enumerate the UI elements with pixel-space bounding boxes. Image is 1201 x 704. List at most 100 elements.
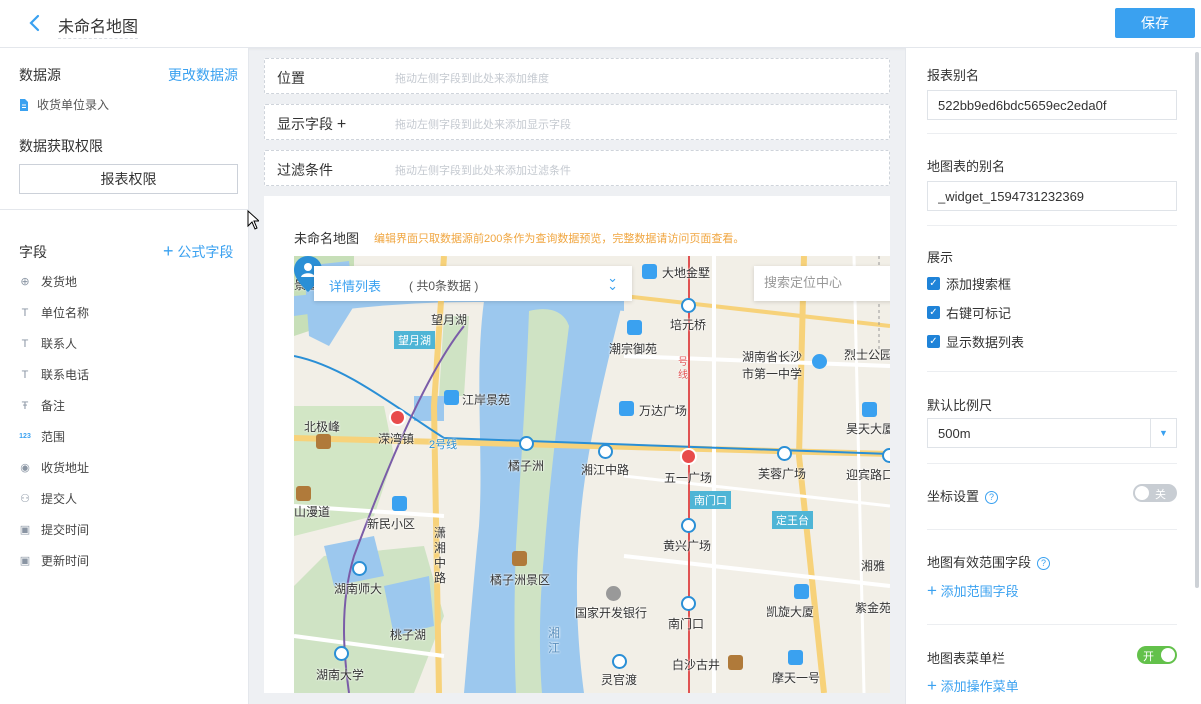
school-icon	[812, 354, 827, 369]
field-label: 收货地址	[41, 461, 90, 475]
dropzone-label: 位置	[277, 70, 305, 86]
datasource-item[interactable]: 收货单位录入	[19, 96, 109, 113]
dropzone-hint: 拖动左侧字段到此处来添加维度	[395, 73, 549, 85]
building-icon	[794, 584, 809, 599]
datasource-title: 数据源	[19, 67, 61, 83]
checkbox-checked-icon[interactable]: ✓	[927, 277, 940, 290]
map-view[interactable]: 景园 大地金墅 培元桥 潮宗御苑 望月湖 望月湖 湖南省长沙 市第一中学 烈士公…	[294, 256, 890, 693]
metro-station-icon	[334, 646, 349, 661]
map-label: 江岸景苑	[462, 393, 511, 407]
double-chevron-down-icon[interactable]: ⌄ ⌄	[607, 271, 618, 292]
field-item[interactable]: ⚇ 提交人	[19, 483, 89, 514]
map-label: 迎宾路口	[846, 468, 890, 482]
map-title-input[interactable]: 未命名地图	[58, 13, 139, 39]
field-item[interactable]: ▣ 更新时间	[19, 545, 89, 576]
address-pin-icon: ◉	[20, 462, 30, 474]
dropzone-location[interactable]: 位置 拖动左侧字段到此处来添加维度	[264, 58, 890, 94]
dropzone-hint: 拖动左侧字段到此处来添加显示字段	[395, 119, 571, 131]
map-label: 芙蓉广场	[758, 467, 807, 481]
dropzone-label: 过滤条件	[277, 162, 333, 178]
checkbox-add-search[interactable]: ✓ 添加搜索框	[927, 274, 1011, 293]
formula-field-label: 公式字段	[177, 244, 234, 260]
field-item[interactable]: Ŧ 备注	[19, 390, 89, 421]
map-label: 国家开发银行	[575, 606, 648, 620]
field-label: 联系人	[41, 337, 78, 351]
save-button[interactable]: 保存	[1115, 8, 1195, 38]
field-item[interactable]: T 联系人	[19, 328, 89, 359]
checkbox-show-data-list[interactable]: ✓ 显示数据列表	[927, 332, 1024, 351]
right-panel-scrollbar[interactable]	[1195, 52, 1199, 588]
map-label: 大地金墅	[662, 266, 711, 280]
dropzone-display-fields[interactable]: 显示字段 + 拖动左侧字段到此处来添加显示字段	[264, 104, 890, 140]
building-icon	[642, 264, 657, 279]
landmark-icon	[296, 486, 311, 501]
map-label: 烈士公园	[844, 348, 890, 362]
field-item[interactable]: T 单位名称	[19, 297, 89, 328]
plus-icon[interactable]: +	[337, 116, 346, 133]
dropzone-filter[interactable]: 过滤条件 拖动左侧字段到此处来添加过滤条件	[264, 150, 890, 186]
chart-alias-input[interactable]	[927, 181, 1177, 211]
add-range-field-button[interactable]: + 添加范围字段	[927, 581, 1019, 601]
add-formula-field-button[interactable]: + 公式字段	[163, 242, 233, 262]
plus-icon: +	[163, 241, 174, 261]
metro-station-icon	[519, 436, 534, 451]
map-label: 橘子洲景区	[490, 573, 551, 587]
divider	[927, 529, 1177, 530]
map-label: 潮宗御苑	[609, 342, 658, 356]
metro-station-icon	[598, 444, 613, 459]
toggle-knob	[1161, 648, 1175, 662]
checkbox-checked-icon[interactable]: ✓	[927, 306, 940, 319]
transfer-station-icon	[389, 409, 406, 426]
map-label: 凯旋大厦	[766, 605, 815, 619]
menu-bar-toggle[interactable]: 开	[1137, 646, 1177, 664]
map-label: 黄兴广场	[663, 539, 712, 553]
toggle-text: 开	[1143, 651, 1154, 663]
chart-alias-label: 地图表的别名	[927, 159, 1006, 174]
detail-count: ( 共0条数据 )	[409, 279, 479, 293]
map-label: 2号线	[429, 439, 458, 451]
map-label: 湘江中路	[581, 463, 630, 477]
add-menu-button[interactable]: + 添加操作菜单	[927, 676, 1019, 696]
checkbox-checked-icon[interactable]: ✓	[927, 335, 940, 348]
report-permission-button[interactable]: 报表权限	[19, 164, 238, 194]
help-icon[interactable]: ?	[985, 491, 999, 504]
dropdown-arrow-icon[interactable]: ▼	[1150, 419, 1176, 447]
divider	[927, 225, 1177, 226]
field-item[interactable]: 123 范围	[19, 421, 89, 452]
field-item[interactable]: ◉ 收货地址	[19, 452, 89, 483]
bank-icon	[606, 586, 621, 601]
landmark-icon	[512, 551, 527, 566]
checkbox-label: 右键可标记	[946, 306, 1012, 321]
number-field-icon: 123	[19, 433, 31, 440]
checkbox-right-click-mark[interactable]: ✓ 右键可标记	[927, 303, 1011, 322]
divider	[927, 463, 1177, 464]
text-field-icon: T	[21, 306, 29, 319]
field-item[interactable]: T 联系电话	[19, 359, 89, 390]
map-search-box[interactable]	[754, 266, 890, 301]
map-label: 市第一中学	[742, 367, 803, 381]
field-label: 更新时间	[41, 554, 90, 568]
back-arrow-icon[interactable]	[24, 12, 46, 34]
detail-list-panel[interactable]: 详情列表 ( 共0条数据 ) ⌄ ⌄	[314, 266, 632, 301]
coord-toggle[interactable]: 关	[1133, 484, 1177, 502]
field-item[interactable]: ⊕ 发货地	[19, 266, 89, 297]
dropzone-hint: 拖动左侧字段到此处来添加过滤条件	[395, 165, 571, 177]
metro-station-icon	[352, 561, 367, 576]
permission-title: 数据获取权限	[19, 138, 103, 154]
text-field-icon: T	[21, 368, 29, 381]
help-icon[interactable]: ?	[1037, 557, 1051, 570]
map-label: 溁湾镇	[378, 432, 415, 446]
building-icon	[862, 402, 877, 417]
map-label: 湘雅	[861, 559, 886, 573]
map-search-input[interactable]	[764, 266, 884, 299]
map-label: 灵官渡	[601, 673, 638, 687]
map-label: 湖南省长沙	[742, 350, 803, 364]
report-alias-input[interactable]	[927, 90, 1177, 120]
change-datasource-link[interactable]: 更改数据源	[168, 65, 238, 85]
user-icon: ⚇	[20, 493, 30, 505]
metro-station-icon	[882, 448, 890, 463]
right-panel: 报表别名 地图表的别名 展示 ✓ 添加搜索框 ✓ 右键可标记 ✓ 显示数据列表 …	[905, 48, 1201, 704]
field-item[interactable]: ▣ 提交时间	[19, 514, 89, 545]
field-label: 提交时间	[41, 523, 90, 537]
scale-select[interactable]: 500m ▼	[927, 418, 1177, 448]
